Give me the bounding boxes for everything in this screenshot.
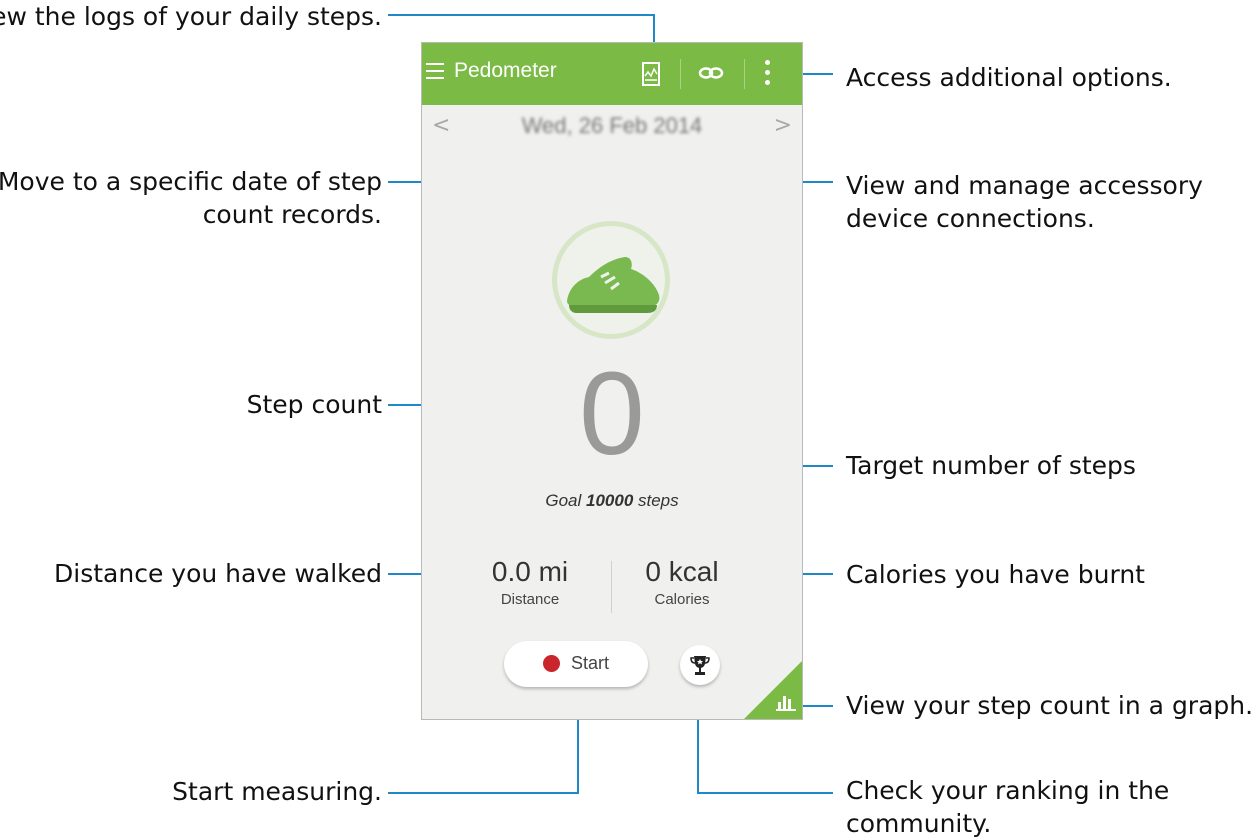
leader-graph-h (800, 705, 833, 707)
graph-icon[interactable] (776, 693, 796, 711)
callout-accessory: View and manage accessory device connect… (846, 169, 1203, 235)
more-options-icon[interactable] (765, 60, 771, 88)
callout-start: Start measuring. (172, 777, 382, 806)
calories-stat: 0 kcal Calories (602, 555, 762, 608)
goal-text: Goal 10000 steps (422, 491, 802, 511)
callout-accessory-line1: View and manage accessory (846, 171, 1203, 200)
shoe-icon (567, 257, 660, 313)
log-icon[interactable] (642, 62, 660, 86)
record-icon (543, 655, 560, 672)
callout-date-line1: Move to a specific date of step (0, 167, 382, 196)
app-bar: Pedometer (422, 43, 802, 105)
goal-prefix: Goal (545, 491, 586, 510)
callout-ranking: Check your ranking in the community. (846, 774, 1169, 840)
next-date-button[interactable]: > (774, 113, 792, 138)
callout-ranking-line2: community. (846, 809, 992, 838)
start-label: Start (571, 653, 610, 673)
date-navigator: < Wed, 26 Feb 2014 > (422, 105, 802, 149)
app-title: Pedometer (454, 59, 557, 82)
goal-suffix: steps (633, 491, 679, 510)
callout-logs: View the logs of your daily steps. (0, 2, 382, 31)
leader-logs-h (388, 14, 655, 16)
leader-start-h (388, 792, 579, 794)
callout-step-count: Step count (246, 390, 382, 419)
step-count: 0 (579, 348, 645, 480)
date-selector[interactable]: Wed, 26 Feb 2014 (422, 113, 802, 139)
callout-options: Access additional options. (846, 63, 1172, 92)
callout-ranking-line1: Check your ranking in the (846, 776, 1170, 805)
callout-calories: Calories you have burnt (846, 560, 1145, 589)
menu-icon[interactable] (426, 63, 444, 81)
link-icon[interactable] (698, 63, 724, 83)
callout-target: Target number of steps (846, 451, 1136, 480)
distance-label: Distance (500, 591, 560, 608)
distance-value: 0.0 mi (491, 556, 569, 587)
trophy-icon (690, 656, 710, 675)
callout-date: Move to a specific date of step count re… (0, 165, 382, 231)
start-button[interactable]: Start (504, 641, 648, 687)
callout-distance: Distance you have walked (54, 559, 382, 588)
goal-value: 10000 (586, 491, 634, 510)
calories-value: 0 kcal (645, 556, 719, 587)
callout-date-line2: count records. (202, 200, 382, 229)
calories-label: Calories (654, 591, 710, 608)
app-bar-separator (744, 59, 745, 89)
leader-ranking-h (697, 792, 833, 794)
ranking-button[interactable] (680, 645, 720, 685)
callout-accessory-line2: device connections. (846, 204, 1095, 233)
pedometer-screen: Pedometer < Wed, 26 Feb 2014 > 0 Goal 10… (421, 42, 803, 720)
callout-graph: View your step count in a graph. (846, 691, 1252, 720)
distance-stat: 0.0 mi Distance (450, 555, 610, 608)
app-bar-separator (680, 59, 681, 89)
